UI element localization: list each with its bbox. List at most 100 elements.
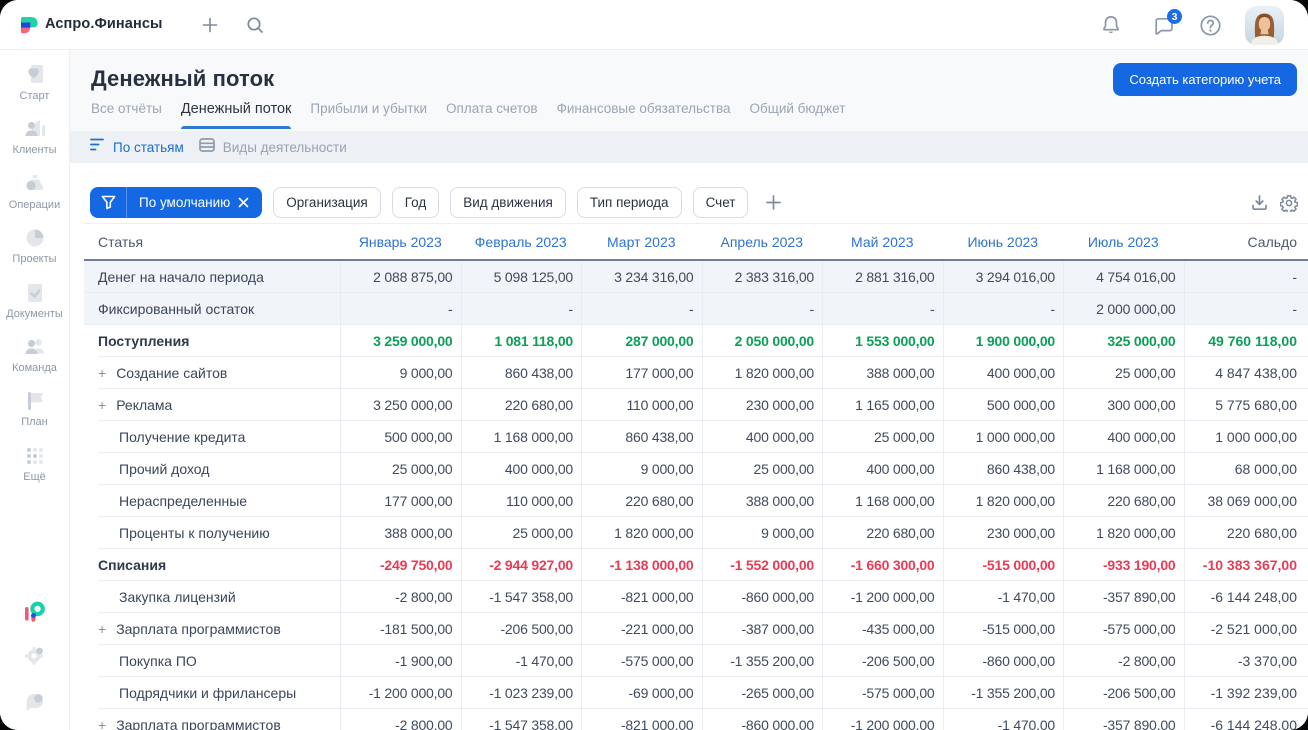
sidebar-item-more[interactable]: Ещё: [0, 443, 69, 483]
cell-saldo: 220 680,00: [1183, 517, 1308, 549]
cell-value: 220 680,00: [1063, 485, 1184, 517]
table-row[interactable]: Прочий доход 25 000,00 400 000,00 9 000,00 2…: [84, 453, 1308, 485]
expand-plus-icon[interactable]: +: [98, 365, 106, 381]
filter-bar: По умолчанию Организация Год Вид движения Ти…: [90, 187, 782, 218]
cell-value: -1 547 358,00: [460, 581, 582, 613]
cell-value: -181 500,00: [340, 613, 461, 645]
create-category-button[interactable]: Создать категорию учета: [1113, 63, 1297, 96]
download-icon[interactable]: [1251, 194, 1268, 216]
row-label: Списания: [98, 557, 167, 573]
sidebar-item-operations[interactable]: Операции: [0, 171, 69, 211]
table-row[interactable]: Фиксированный остаток - - - - - -2 000 000,00-: [84, 293, 1308, 325]
sidebar-item-clients[interactable]: Клиенты: [0, 116, 69, 156]
chat-badge: 3: [1167, 9, 1182, 24]
column-header-month-0[interactable]: Январь 2023: [340, 224, 461, 259]
table-row[interactable]: Получение кредита 500 000,00 1 168 000,00 8…: [84, 421, 1308, 453]
column-header-month-6[interactable]: Июль 2023: [1063, 224, 1184, 259]
sidebar-chat[interactable]: [0, 691, 69, 717]
brand[interactable]: Аспро.Финансы: [21, 16, 162, 39]
cell-value: -387 000,00: [701, 613, 823, 645]
cell-value: 25 000,00: [460, 517, 582, 549]
table-row[interactable]: Нераспределенные 177 000,00 110 000,00 220 …: [84, 485, 1308, 517]
column-header-month-5[interactable]: Июнь 2023: [943, 224, 1064, 259]
table-row[interactable]: + Создание сайтов 9 000,00 860 438,00 177 00…: [84, 357, 1308, 389]
table-row[interactable]: Поступления 3 259 000,00 1 081 118,00 287 0…: [84, 325, 1308, 357]
cell-value: 230 000,00: [942, 517, 1064, 549]
cell-value: 325 000,00: [1063, 325, 1184, 357]
help-icon[interactable]: [1199, 14, 1222, 42]
table-row[interactable]: Покупка ПО -1 900,00 -1 470,00 -575 000,00-…: [84, 645, 1308, 677]
sidebar-gear[interactable]: [0, 645, 69, 672]
sidebar-item-start[interactable]: Старт: [0, 62, 69, 102]
cell-value: -515 000,00: [942, 613, 1064, 645]
more-icon: [22, 443, 48, 469]
cell-value: -821 000,00: [581, 581, 702, 613]
sidebar-item-documents[interactable]: Документы: [0, 280, 69, 320]
table-row[interactable]: Подрядчики и фрилансеры -1 200 000,00 -1 0…: [84, 677, 1308, 709]
tab-оплата-счетов[interactable]: Оплата счетов: [446, 101, 538, 126]
table-row[interactable]: + Зарплата программистов -181 500,00 -206 5…: [84, 613, 1308, 645]
cell-value: -1 355 200,00: [701, 645, 823, 677]
view-by-activity[interactable]: Виды деятельности: [198, 137, 347, 157]
cell-saldo: 49 760 118,00: [1183, 325, 1308, 357]
table-row[interactable]: Закупка лицензий -2 800,00 -1 547 358,00 -8…: [84, 581, 1308, 613]
cell-value: 1 168 000,00: [460, 421, 582, 453]
sidebar-item-projects[interactable]: Проекты: [0, 225, 69, 265]
cell-value: 3 259 000,00: [340, 325, 461, 357]
filter-chip-год[interactable]: Год: [391, 187, 440, 218]
cell-value: 1 081 118,00: [460, 325, 582, 357]
funnel-icon[interactable]: [90, 195, 126, 210]
filter-chip-тип-периода[interactable]: Тип периода: [576, 187, 682, 218]
tab-денежный-поток[interactable]: Денежный поток: [180, 101, 291, 129]
view-by-items[interactable]: По статьям: [90, 138, 184, 156]
filter-preset-button[interactable]: По умолчанию: [90, 187, 263, 218]
cell-value: -357 890,00: [1063, 709, 1184, 730]
cell-value: 177 000,00: [340, 485, 461, 517]
column-header-month-3[interactable]: Апрель 2023: [702, 224, 823, 259]
aspro-mark[interactable]: [0, 601, 69, 627]
cell-value: -265 000,00: [701, 677, 823, 709]
cell-value: 287 000,00: [581, 325, 702, 357]
notifications-bell-icon[interactable]: [1100, 14, 1122, 41]
cell-value: 110 000,00: [460, 485, 582, 517]
row-label: + Реклама: [98, 397, 173, 413]
start-icon: [22, 62, 48, 88]
cell-value: -: [701, 293, 823, 325]
table-row[interactable]: Денег на начало периода 2 088 875,00 5 098…: [84, 261, 1308, 293]
tab-прибыли-и-убытки[interactable]: Прибыли и убытки: [310, 101, 427, 126]
messages-chat-icon[interactable]: 3: [1153, 9, 1182, 42]
search-icon[interactable]: [246, 16, 264, 34]
expand-plus-icon[interactable]: +: [98, 717, 106, 730]
row-label: Проценты к получению: [119, 525, 270, 541]
table-row[interactable]: Списания -249 750,00 -2 944 927,00 -1 138 0…: [84, 549, 1308, 581]
filter-chip-вид-движения[interactable]: Вид движения: [450, 187, 566, 218]
column-header-month-1[interactable]: Февраль 2023: [461, 224, 582, 259]
column-header-month-4[interactable]: Май 2023: [822, 224, 943, 259]
expand-plus-icon[interactable]: +: [98, 621, 106, 637]
cell-value: -1 200 000,00: [340, 677, 461, 709]
team-icon: [22, 334, 48, 360]
clear-filter-icon[interactable]: [238, 197, 262, 208]
row-label: Закупка лицензий: [119, 589, 236, 605]
tab-все-отчёты[interactable]: Все отчёты: [91, 101, 162, 126]
tab-общий-бюджет[interactable]: Общий бюджет: [750, 101, 846, 126]
table-row[interactable]: + Реклама 3 250 000,00 220 680,00 110 000,00…: [84, 389, 1308, 421]
cell-value: 400 000,00: [942, 357, 1064, 389]
add-filter-icon[interactable]: [765, 194, 782, 211]
avatar[interactable]: [1245, 6, 1284, 45]
expand-plus-icon[interactable]: +: [98, 397, 106, 413]
settings-gear-icon[interactable]: [1279, 194, 1299, 217]
cell-value: -1 900,00: [340, 645, 461, 677]
tab-финансовые-обязательства[interactable]: Финансовые обязательства: [557, 101, 731, 126]
table-row[interactable]: Проценты к получению 388 000,00 25 000,00 1…: [84, 517, 1308, 549]
sidebar-item-team[interactable]: Команда: [0, 334, 69, 374]
table-row[interactable]: + Зарплата программистов -2 800,00 -1 547 3…: [84, 709, 1308, 730]
cell-value: 400 000,00: [701, 421, 823, 453]
row-label: + Зарплата программистов: [84, 709, 340, 730]
filter-chip-организация[interactable]: Организация: [273, 187, 381, 218]
filter-chip-счет[interactable]: Счет: [692, 187, 749, 218]
column-header-month-2[interactable]: Март 2023: [581, 224, 702, 259]
add-icon[interactable]: [202, 17, 218, 33]
row-label: Подрядчики и фрилансеры: [119, 685, 297, 701]
sidebar-item-plan[interactable]: План: [0, 388, 69, 428]
